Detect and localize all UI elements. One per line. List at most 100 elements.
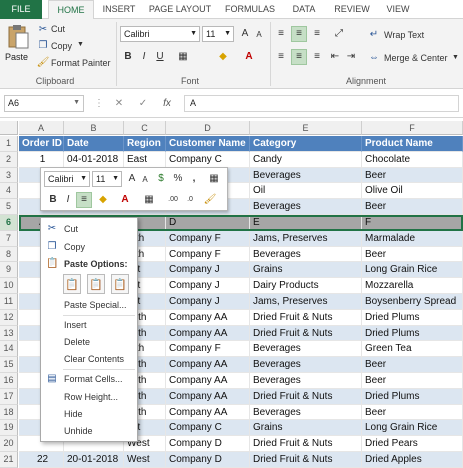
table-cell[interactable]: 22 — [19, 452, 64, 468]
table-cell[interactable]: Company C — [166, 151, 250, 168]
font-color-icon[interactable]: A — [118, 193, 132, 207]
tab-page-layout[interactable]: PAGE LAYOUT — [146, 0, 214, 19]
table-cell[interactable]: Company AA — [166, 325, 250, 342]
table-cell[interactable]: Dried Plums — [362, 388, 463, 405]
table-cell[interactable]: Long Grain Rice — [362, 420, 463, 437]
align-right-icon[interactable]: ≡ — [310, 50, 324, 64]
increase-font-icon[interactable]: A — [238, 27, 252, 41]
comma-style-icon[interactable]: , — [187, 172, 201, 186]
insert-function-icon[interactable]: fx — [160, 97, 174, 111]
row-header-5[interactable]: 5 — [0, 199, 18, 215]
increase-decimal-icon[interactable]: .00 — [166, 193, 180, 207]
decrease-font-icon[interactable]: A — [138, 173, 152, 187]
paste-values-icon[interactable]: 📋 — [87, 274, 105, 294]
align-bottom-icon[interactable]: ≡ — [310, 27, 324, 41]
font-name-box[interactable]: Calibri ▼ — [120, 26, 200, 42]
menu-item-clear-contents[interactable]: Clear Contents — [64, 352, 124, 366]
select-all-corner[interactable] — [0, 121, 18, 135]
row-header-7[interactable]: 7 — [0, 230, 18, 247]
table-cell[interactable]: Beverages — [250, 341, 362, 358]
table-cell[interactable]: Jams, Preserves — [250, 294, 362, 310]
font-size-box[interactable]: 11 ▼ — [202, 26, 234, 42]
table-header-cell[interactable]: Product Name — [362, 136, 463, 152]
table-cell[interactable]: F — [362, 215, 463, 231]
increase-font-icon[interactable]: A — [125, 172, 139, 186]
font-color-icon[interactable]: A — [242, 50, 256, 64]
table-cell[interactable]: Company F — [166, 341, 250, 358]
increase-indent-icon[interactable]: ⇥ — [344, 50, 358, 64]
table-cell[interactable]: Grains — [250, 420, 362, 437]
align-center-icon[interactable]: ≡ — [291, 49, 307, 65]
menu-item-paste-special[interactable]: Paste Special... — [64, 298, 127, 312]
table-cell[interactable]: Marmalade — [362, 230, 463, 247]
tab-insert[interactable]: INSERT — [98, 0, 140, 19]
table-header-cell[interactable]: Customer Name — [166, 136, 250, 152]
table-cell[interactable]: Dried Fruit & Nuts — [250, 309, 362, 326]
row-header-15[interactable]: 15 — [0, 357, 18, 373]
decrease-font-icon[interactable]: A — [252, 28, 266, 42]
table-cell[interactable]: E — [250, 215, 362, 231]
column-header-d[interactable]: D — [166, 121, 250, 135]
tab-view[interactable]: VIEW — [382, 0, 414, 19]
menu-item-row-height[interactable]: Row Height... — [64, 390, 118, 404]
column-header-c[interactable]: C — [124, 121, 166, 135]
tab-home[interactable]: HOME — [48, 0, 94, 20]
column-header-e[interactable]: E — [250, 121, 362, 135]
table-cell[interactable]: Company D — [166, 452, 250, 468]
table-cell[interactable]: Company AA — [166, 373, 250, 389]
cancel-icon[interactable]: ✕ — [112, 97, 126, 111]
menu-item-hide[interactable]: Hide — [64, 407, 83, 421]
row-header-21[interactable]: 21 — [0, 452, 18, 468]
italic-icon[interactable]: I — [61, 193, 75, 207]
menu-item-copy[interactable]: Copy — [64, 240, 85, 254]
borders-icon[interactable]: ▦ — [176, 50, 190, 64]
table-cell[interactable]: Company J — [166, 262, 250, 279]
format-table-icon[interactable]: ▦ — [207, 172, 221, 186]
table-cell[interactable]: Beer — [362, 199, 463, 215]
table-cell[interactable]: Dried Plums — [362, 325, 463, 342]
row-header-3[interactable]: 3 — [0, 167, 18, 184]
table-cell[interactable]: Beverages — [250, 357, 362, 373]
row-header-16[interactable]: 16 — [0, 373, 18, 389]
paste-option-icon[interactable]: 📋 — [63, 274, 81, 294]
percent-icon[interactable]: % — [171, 172, 185, 186]
table-cell[interactable]: Dried Apples — [362, 452, 463, 468]
table-cell[interactable]: 1 — [19, 151, 64, 168]
table-cell[interactable]: 04-01-2018 — [64, 151, 124, 168]
table-header-cell[interactable]: Category — [250, 136, 362, 152]
menu-item-format-cells[interactable]: Format Cells... — [64, 372, 123, 386]
align-middle-icon[interactable]: ≡ — [291, 26, 307, 42]
table-cell[interactable]: Company AA — [166, 309, 250, 326]
table-cell[interactable]: Beverages — [250, 373, 362, 389]
center-align-icon[interactable]: ≡ — [76, 192, 92, 208]
format-painter-icon[interactable]: 🖌 — [203, 193, 217, 207]
tab-review[interactable]: REVIEW — [330, 0, 374, 19]
tab-file[interactable]: FILE — [0, 0, 42, 19]
format-painter-button[interactable]: Format Painter — [51, 58, 111, 68]
decrease-decimal-icon[interactable]: .0 — [183, 193, 197, 207]
table-cell[interactable]: East — [124, 151, 166, 168]
table-cell[interactable]: Company C — [166, 420, 250, 437]
tab-data[interactable]: DATA — [286, 0, 322, 19]
table-cell[interactable]: Mozzarella — [362, 278, 463, 294]
table-cell[interactable]: Dried Plums — [362, 309, 463, 326]
table-cell[interactable]: West — [124, 452, 166, 468]
tab-formulas[interactable]: FORMULAS — [222, 0, 278, 19]
table-cell[interactable]: Dairy Products — [250, 278, 362, 294]
align-left-icon[interactable]: ≡ — [274, 50, 288, 64]
table-cell[interactable]: Company J — [166, 278, 250, 294]
table-cell[interactable]: Beer — [362, 357, 463, 373]
bold-icon[interactable]: B — [121, 50, 135, 64]
copy-dropdown-icon[interactable]: ▼ — [77, 41, 84, 48]
table-cell[interactable]: Company F — [166, 246, 250, 263]
row-header-8[interactable]: 8 — [0, 246, 18, 263]
underline-icon[interactable]: U — [153, 50, 167, 64]
enter-icon[interactable]: ✓ — [136, 97, 150, 111]
cut-button[interactable]: Cut — [51, 24, 65, 34]
bold-icon[interactable]: B — [46, 193, 60, 207]
row-header-17[interactable]: 17 — [0, 388, 18, 405]
table-cell[interactable]: Green Tea — [362, 341, 463, 358]
table-cell[interactable]: Grains — [250, 262, 362, 279]
table-cell[interactable]: Beer — [362, 246, 463, 263]
table-cell[interactable]: Beverages — [250, 167, 362, 184]
